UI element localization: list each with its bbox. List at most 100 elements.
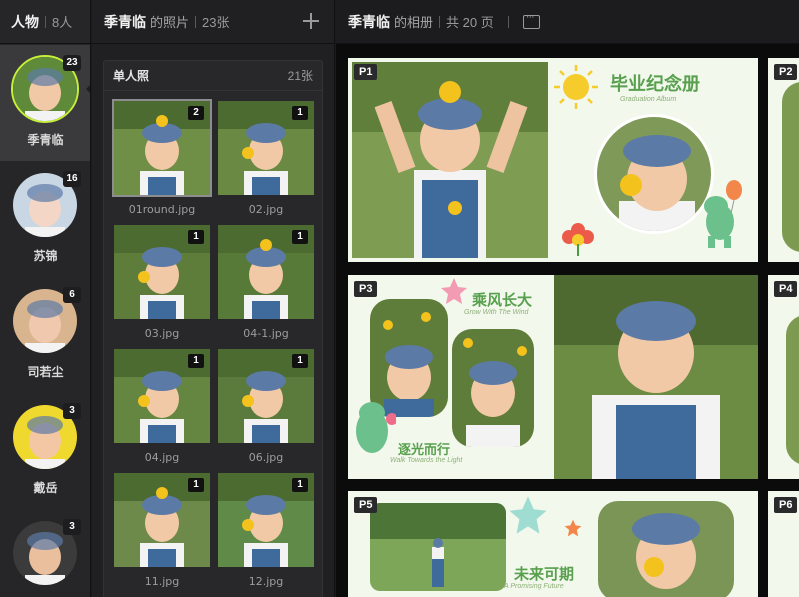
people-panel: 人物 8人 23 季青临 16 苏锦 6 司若尘 3 戴岳 3	[0, 0, 91, 597]
comment-icon[interactable]	[522, 11, 540, 29]
star-illustration	[441, 278, 467, 304]
photo-thumbnail[interactable]: 1 12.jpg	[218, 473, 314, 588]
photo-thumbnail[interactable]: 2 01round.jpg	[112, 99, 212, 216]
person-item[interactable]: 23 季青临	[0, 45, 90, 161]
photo-usage-badge: 1	[292, 354, 308, 368]
photo-thumbnail[interactable]: 1 04.jpg	[114, 349, 210, 464]
page-subtitle-2: Walk Towards the Light	[390, 457, 463, 464]
photo-count-badge: 23	[63, 55, 81, 71]
page-photo	[370, 503, 506, 591]
header-divider	[507, 15, 509, 28]
photo-image: 1	[218, 225, 314, 319]
album-page-p6[interactable]: P6	[768, 491, 799, 597]
album-page-p1[interactable]: P1 毕业纪念册 Graduation Album	[348, 58, 758, 262]
person-name: 苏锦	[33, 249, 58, 263]
photo-thumbnail[interactable]: 1 06.jpg	[218, 349, 314, 464]
person-item[interactable]: 16 苏锦	[0, 161, 90, 277]
photo-image: 1	[218, 101, 314, 195]
header-divider	[439, 15, 441, 28]
person-item[interactable]: 3	[0, 509, 90, 597]
photo-filename: 04-1.jpg	[243, 327, 289, 340]
album-page-p4[interactable]: P4	[768, 275, 799, 479]
photo-filename: 02.jpg	[248, 203, 284, 216]
sun-illustration	[554, 65, 598, 109]
album-title: 毕业纪念册	[610, 74, 700, 95]
people-count: 8人	[52, 15, 73, 30]
album-panel-header: 季青临 的相册 共 20 页	[336, 0, 799, 44]
header-divider	[45, 15, 46, 28]
page-photo	[598, 501, 734, 597]
album-panel: 季青临 的相册 共 20 页 P1 毕业纪	[336, 0, 799, 597]
photo-group-single: 单人照 21张 2 01round.jpg 1 02.jpg 1 03.jpg 1 04-1.…	[103, 60, 323, 597]
photo-group-count: 21张	[287, 69, 313, 83]
photo-usage-badge: 1	[188, 230, 204, 244]
page-subtitle: A Promising Future	[504, 583, 564, 590]
photo-image: 2	[112, 99, 212, 197]
photo-count-badge: 6	[63, 287, 81, 303]
album-page-p3[interactable]: P3 乘风长大 Grow With The Wind 逐光而行 Walk Tow…	[348, 275, 758, 479]
photo-image: 1	[218, 473, 314, 567]
page-photo	[452, 329, 534, 447]
page-photo	[554, 275, 758, 479]
people-panel-title: 人物	[11, 13, 39, 30]
photos-suffix: 的照片	[150, 15, 190, 30]
photo-usage-badge: 2	[188, 106, 204, 120]
person-item[interactable]: 3 戴岳	[0, 393, 90, 509]
flower-illustration	[562, 223, 594, 256]
photo-filename: 06.jpg	[248, 451, 284, 464]
album-page-p5[interactable]: P5 未来可期 A Promising Future	[348, 491, 758, 597]
album-person-name: 季青临	[348, 13, 390, 30]
people-panel-header: 人物 8人	[0, 0, 90, 44]
photo-group-title: 单人照	[113, 69, 150, 83]
photo-usage-badge: 1	[292, 478, 308, 492]
photos-count: 23张	[202, 15, 230, 30]
photo-count-badge: 3	[63, 519, 81, 535]
page-label: P2	[774, 64, 798, 80]
page-label: P5	[354, 497, 378, 513]
photo-group-header[interactable]: 单人照 21张	[104, 61, 322, 91]
star-illustration	[509, 496, 547, 534]
page-title: 乘风长大	[472, 291, 533, 309]
photo-count-badge: 16	[63, 171, 81, 187]
photo-usage-badge: 1	[188, 478, 204, 492]
photo-image: 1	[114, 225, 210, 319]
person-name: 戴岳	[33, 481, 58, 495]
add-photo-button[interactable]	[302, 12, 320, 30]
photo-filename: 01round.jpg	[128, 203, 196, 216]
photos-person-name: 季青临	[104, 13, 146, 30]
photos-panel-header: 季青临 的照片 23张	[92, 0, 334, 44]
photo-thumbnail[interactable]: 1 04-1.jpg	[218, 225, 314, 340]
album-suffix: 的相册	[394, 15, 434, 30]
photo-thumbnail[interactable]: 1 03.jpg	[114, 225, 210, 340]
photo-usage-badge: 1	[188, 354, 204, 368]
album-page-p2[interactable]: P2	[768, 58, 799, 262]
photo-usage-badge: 1	[292, 106, 308, 120]
photo-count-badge: 3	[63, 403, 81, 419]
person-name: 季青临	[27, 133, 64, 147]
page-label: P6	[774, 497, 798, 513]
photo-thumbnail[interactable]: 1 02.jpg	[218, 101, 314, 216]
photo-usage-badge: 1	[292, 230, 308, 244]
page-subtitle: Grow With The Wind	[464, 309, 529, 316]
page-title-2: 逐光而行	[398, 443, 451, 458]
person-name: 司若尘	[27, 365, 64, 379]
album-page-count: 共 20 页	[446, 15, 494, 30]
page-label: P3	[354, 281, 378, 297]
page-photo	[352, 62, 548, 258]
person-item[interactable]: 6 司若尘	[0, 277, 90, 393]
photo-image: 1	[114, 473, 210, 567]
dinosaur-illustration	[356, 402, 396, 453]
dinosaur-illustration	[704, 180, 742, 248]
photo-filename: 12.jpg	[248, 575, 284, 588]
star-illustration	[564, 519, 582, 537]
photo-image: 1	[114, 349, 210, 443]
photo-filename: 03.jpg	[144, 327, 180, 340]
photo-image: 1	[218, 349, 314, 443]
page-title: 未来可期	[514, 565, 575, 583]
header-divider	[195, 15, 197, 28]
photos-panel: 季青临 的照片 23张 单人照 21张 2 01round.jpg 1 02.jpg 1…	[92, 0, 335, 597]
page-label: P4	[774, 281, 798, 297]
page-label: P1	[354, 64, 378, 80]
photo-thumbnail[interactable]: 1 11.jpg	[114, 473, 210, 588]
photo-filename: 04.jpg	[144, 451, 180, 464]
